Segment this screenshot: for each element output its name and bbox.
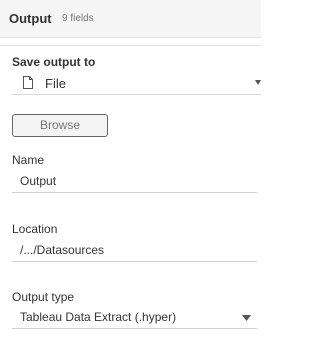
name-label: Name bbox=[12, 153, 45, 167]
save-output-label: Save output to bbox=[12, 55, 96, 69]
save-output-value: File bbox=[45, 76, 66, 91]
location-label: Location bbox=[12, 222, 58, 236]
browse-button[interactable]: Browse bbox=[12, 114, 108, 137]
name-value: Output bbox=[20, 174, 57, 188]
divider bbox=[0, 45, 261, 46]
field-count: 9 fields bbox=[62, 13, 94, 24]
chevron-down-icon bbox=[255, 80, 261, 85]
location-field[interactable]: /.../Datasources bbox=[12, 239, 257, 262]
location-value: /.../Datasources bbox=[20, 243, 105, 257]
output-type-value: Tableau Data Extract (.hyper) bbox=[20, 310, 177, 324]
output-type-select[interactable]: Tableau Data Extract (.hyper) bbox=[12, 306, 257, 329]
chevron-down-icon bbox=[242, 315, 251, 321]
file-icon bbox=[23, 76, 33, 89]
name-field[interactable]: Output bbox=[12, 170, 257, 193]
output-type-label: Output type bbox=[12, 290, 75, 304]
panel-header: Output 9 fields bbox=[0, 0, 261, 38]
panel-title: Output bbox=[9, 11, 52, 26]
save-output-select[interactable]: File bbox=[12, 72, 261, 95]
